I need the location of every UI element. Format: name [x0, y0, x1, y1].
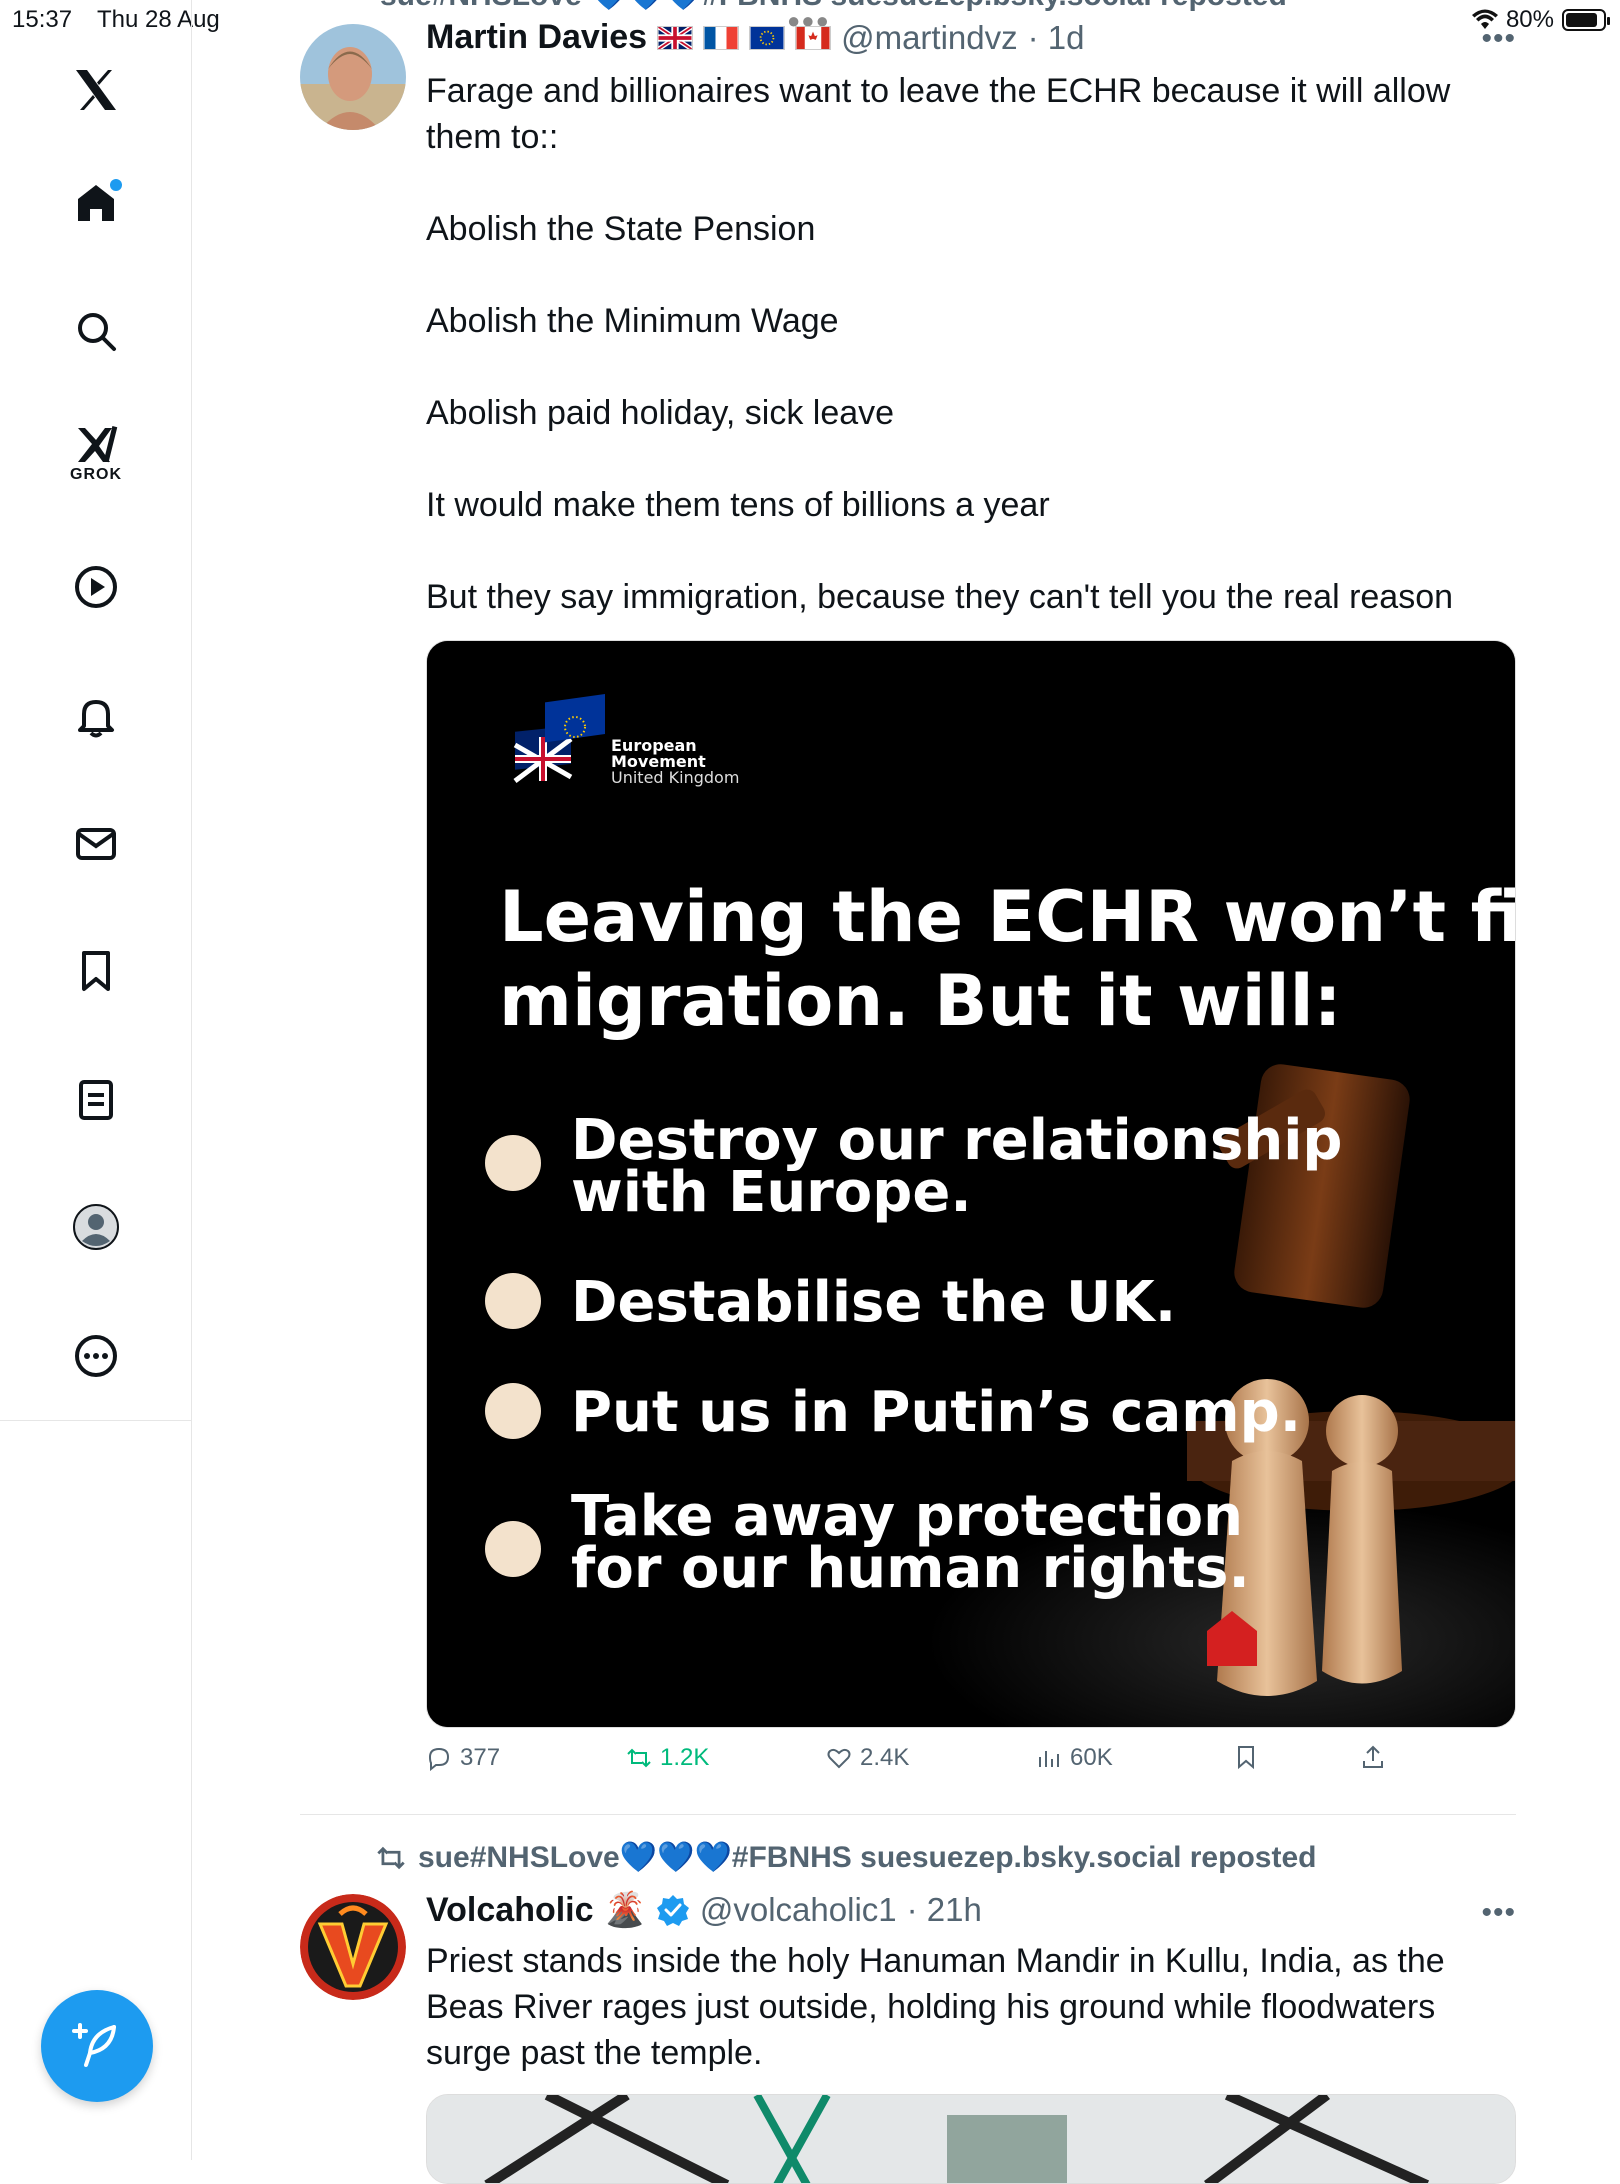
post-body: Priest stands inside the holy Hanuman Ma… — [426, 1938, 1516, 2076]
repost-label[interactable]: sue#NHSLove💙💙💙#FBNHS suesuezep.bsky.soci… — [376, 1840, 1316, 1875]
graphic-bullet-1b: with Europe. — [571, 1160, 972, 1225]
post-more-icon[interactable]: ••• — [1481, 1896, 1516, 1930]
volcano-emoji: 🌋 — [603, 1891, 646, 1929]
post-time[interactable]: · 21h — [907, 1891, 982, 1929]
svg-text:United Kingdom: United Kingdom — [611, 768, 739, 787]
share-icon — [1363, 1745, 1383, 1768]
author-handle[interactable]: @volcaholic1 — [700, 1891, 897, 1929]
x-logo-svg — [76, 70, 116, 110]
sidebar-item-more[interactable] — [56, 1316, 136, 1396]
avatar-volcaholic[interactable] — [300, 1894, 406, 2000]
play-icon — [75, 566, 117, 608]
avatar-martin-davies[interactable] — [300, 24, 406, 130]
post-media-video[interactable] — [426, 2094, 1516, 2184]
bookmark-small-icon — [1238, 1746, 1254, 1770]
profile-icon — [73, 1204, 119, 1250]
graphic-bullet-4b: for our human rights. — [571, 1536, 1250, 1601]
avatar-photo — [300, 24, 406, 130]
like-button[interactable]: 2.4K — [826, 1744, 909, 1772]
post-paragraph: Abolish the Minimum Wage — [426, 302, 839, 340]
sidebar-item-videos[interactable] — [56, 547, 136, 627]
graphic-headline-1: Leaving the ECHR won’t fix — [499, 876, 1516, 958]
graphic-bullet-3: Put us in Putin’s camp. — [571, 1380, 1301, 1445]
post-paragraph: Abolish the State Pension — [426, 210, 816, 248]
post-actions: 377 1.2K 2.4K 60K — [426, 1744, 1516, 1784]
post-paragraph: Priest stands inside the holy Hanuman Ma… — [426, 1942, 1445, 2072]
post-separator — [300, 1814, 1516, 1815]
share-button[interactable] — [1360, 1744, 1386, 1770]
volcaholic-logo — [300, 1894, 406, 2000]
post-more-icon[interactable]: ••• — [1481, 22, 1516, 56]
grok-label: GROK — [70, 466, 122, 483]
post-time[interactable]: · 1d — [1028, 19, 1085, 57]
sidebar-item-home[interactable] — [56, 163, 136, 243]
reply-icon — [428, 1747, 450, 1771]
sidebar-item-explore[interactable] — [56, 291, 136, 371]
repost-button[interactable]: 1.2K — [626, 1744, 709, 1772]
post-paragraph: Farage and billionaires want to leave th… — [426, 72, 1451, 156]
post-header: Martin Davies @martindvz · 1d — [426, 18, 1085, 57]
post-header: Volcaholic 🌋 @volcaholic1 · 21h — [426, 1890, 982, 1930]
post-paragraph: But they say immigration, because they c… — [426, 578, 1454, 616]
flag-canada-icon — [795, 25, 832, 50]
repost-small-icon — [377, 1846, 405, 1869]
view-count: 60K — [1070, 1744, 1113, 1771]
sidebar: GROK — [0, 0, 192, 2160]
views-button[interactable]: 60K — [1036, 1744, 1113, 1772]
flag-eu-icon — [749, 25, 786, 50]
compose-button[interactable] — [41, 1990, 153, 2102]
heart-icon — [827, 1748, 851, 1769]
bookmark-button[interactable] — [1233, 1744, 1259, 1770]
sidebar-item-notifications[interactable] — [56, 676, 136, 756]
post-paragraph: Abolish paid holiday, sick leave — [426, 394, 895, 432]
mail-icon — [76, 828, 116, 860]
views-icon — [1039, 1751, 1059, 1767]
repost-label-partial: sue#NHSLove 💙💙💙#FBNHS suesuezep.bsky.soc… — [380, 0, 1287, 13]
grok-icon — [78, 426, 118, 463]
bell-icon — [78, 700, 114, 738]
post-media-image[interactable]: European Movement United Kingdom Leaving… — [426, 640, 1516, 1728]
temple-photo-partial — [427, 2095, 1515, 2183]
compose-icon — [72, 2023, 116, 2067]
echr-graphic: European Movement United Kingdom Leaving… — [427, 641, 1516, 1727]
post-body: Farage and billionaires want to leave th… — [426, 68, 1516, 620]
repost-icon — [627, 1748, 651, 1768]
flag-uk-icon — [657, 25, 694, 50]
repost-count: 1.2K — [660, 1744, 710, 1771]
battery-icon — [1562, 9, 1610, 31]
notification-dot — [110, 179, 122, 191]
post-paragraph: It would make them tens of billions a ye… — [426, 486, 1050, 524]
author-name[interactable]: Martin Davies — [426, 18, 647, 57]
flag-france-icon — [703, 25, 740, 50]
sidebar-item-grok[interactable]: GROK — [56, 412, 136, 492]
sidebar-divider — [0, 1420, 192, 1421]
bookmark-icon — [82, 951, 110, 991]
search-icon — [78, 313, 116, 351]
sidebar-item-profile[interactable] — [56, 1187, 136, 1267]
graphic-headline-2: migration. But it will: — [499, 960, 1342, 1042]
graphic-bullet-2: Destabilise the UK. — [571, 1270, 1176, 1335]
like-count: 2.4K — [860, 1744, 910, 1771]
reply-count: 377 — [460, 1744, 501, 1771]
x-logo-icon[interactable] — [56, 50, 136, 130]
repost-by-text: sue#NHSLove💙💙💙#FBNHS suesuezep.bsky.soci… — [418, 1841, 1317, 1874]
sidebar-item-lists[interactable] — [56, 1060, 136, 1140]
list-icon — [79, 1080, 113, 1120]
sidebar-item-messages[interactable] — [56, 804, 136, 884]
author-handle[interactable]: @martindvz — [841, 19, 1018, 57]
reply-button[interactable]: 377 — [426, 1744, 500, 1772]
sidebar-item-bookmarks[interactable] — [56, 931, 136, 1011]
more-circle-icon — [75, 1335, 117, 1377]
author-name[interactable]: Volcaholic — [426, 1891, 594, 1930]
verified-badge-icon — [656, 1895, 689, 1926]
